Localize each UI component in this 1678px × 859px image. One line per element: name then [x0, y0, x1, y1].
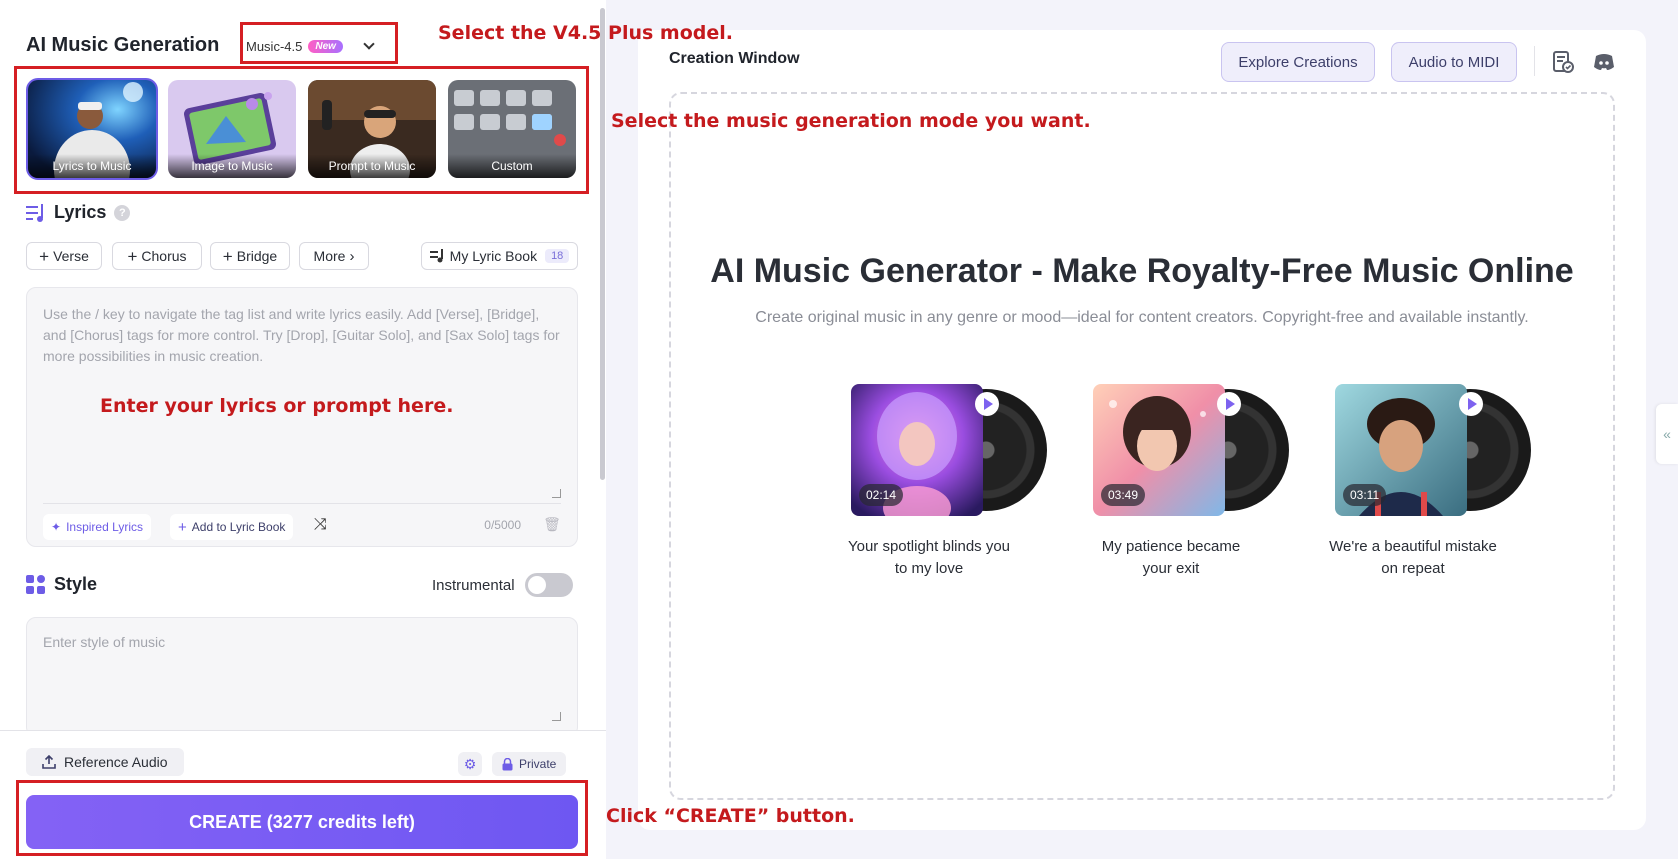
char-count: 0/5000 [484, 518, 521, 532]
gear-icon: ⚙ [463, 755, 477, 772]
sample-caption: My patience became your exit [1101, 538, 1241, 577]
settings-button[interactable]: ⚙ [458, 752, 482, 776]
inspired-lyrics-button[interactable]: ✦ Inspired Lyrics [43, 514, 151, 540]
scrollbar-thumb[interactable] [600, 8, 605, 480]
resize-handle[interactable] [552, 712, 561, 721]
add-bridge-button[interactable]: + Bridge [210, 242, 290, 270]
private-button[interactable]: Private [492, 752, 567, 776]
annotation-model-box [240, 22, 398, 64]
sample-caption: We're a beautiful mistake on repeat [1329, 538, 1497, 577]
shuffle-icon[interactable]: ⤨ [314, 516, 327, 534]
resize-handle[interactable] [552, 489, 561, 498]
add-chorus-button[interactable]: + Chorus [112, 242, 202, 270]
chip-label: Bridge [236, 248, 278, 264]
cover-wrap: 02:14 [851, 384, 1047, 516]
annotation-model-text: Select the V4.5 Plus model. [438, 22, 733, 44]
chip-label: Verse [53, 248, 89, 264]
button-label: Add to Lyric Book [191, 520, 286, 534]
app-title: AI Music Generation [26, 34, 220, 56]
sample-card[interactable]: 03:49 My patience became your exit [1093, 384, 1289, 580]
chip-label: Chorus [141, 248, 187, 264]
style-icon [26, 574, 45, 594]
plus-icon: + [127, 246, 138, 266]
chip-label: My Lyric Book [449, 248, 538, 264]
lyric-book-count: 18 [545, 249, 570, 263]
annotation-lyrics-text: Enter your lyrics or prompt here. [100, 395, 454, 417]
instrumental-toggle-wrap: Instrumental [432, 573, 573, 597]
help-icon[interactable]: ? [114, 204, 131, 221]
annotation-mode-box [14, 66, 589, 194]
button-label: Inspired Lyrics [66, 520, 143, 534]
divider [1534, 46, 1535, 76]
plus-icon: + [178, 518, 187, 536]
button-label: Reference Audio [64, 754, 168, 770]
play-icon[interactable] [1459, 392, 1483, 416]
double-chevron-left-icon: « [1663, 426, 1671, 442]
upload-icon [42, 755, 56, 769]
my-lyric-book-button[interactable]: My Lyric Book 18 [421, 242, 578, 270]
sparkle-icon: ✦ [51, 520, 62, 534]
instrumental-toggle[interactable] [524, 573, 573, 597]
duration-badge: 03:11 [1343, 484, 1387, 506]
lyric-book-icon [429, 249, 443, 263]
creation-area: AI Music Generator - Make Royalty-Free M… [669, 92, 1615, 800]
creation-window: Creation Window Explore Creations Audio … [638, 30, 1646, 830]
cover-wrap: 03:11 [1335, 384, 1531, 516]
collapse-panel-button[interactable]: « [1656, 404, 1678, 464]
sample-card[interactable]: 02:14 Your spotlight blinds you to my lo… [848, 384, 1047, 580]
annotation-mode-text: Select the music generation mode you wan… [611, 110, 1091, 132]
lyrics-icon [26, 203, 43, 222]
more-tags-button[interactable]: More › [299, 242, 369, 270]
style-title: Style [54, 574, 98, 594]
trash-icon[interactable]: 🗑 [543, 516, 561, 534]
cover-wrap: 03:49 [1093, 384, 1289, 516]
explore-creations-button[interactable]: Explore Creations [1221, 42, 1375, 82]
lyrics-input[interactable]: Use the / key to navigate the tag list a… [26, 287, 578, 547]
sample-card[interactable]: 03:11 We're a beautiful mistake on repea… [1329, 384, 1531, 580]
plus-icon: + [222, 246, 233, 266]
add-verse-button[interactable]: + Verse [26, 242, 102, 270]
chip-label: More [313, 248, 346, 264]
sample-list: 02:14 Your spotlight blinds you to my lo… [848, 384, 1531, 580]
instrumental-label: Instrumental [432, 576, 515, 594]
play-icon[interactable] [1217, 392, 1241, 416]
plus-icon: + [39, 246, 50, 266]
duration-badge: 02:14 [859, 484, 904, 506]
hero-title: AI Music Generator - Make Royalty-Free M… [710, 252, 1574, 290]
window-title: Creation Window [669, 50, 800, 67]
duration-badge: 03:49 [1101, 484, 1146, 506]
play-icon[interactable] [975, 392, 999, 416]
sample-caption: Your spotlight blinds you to my love [847, 538, 1011, 577]
reference-audio-button[interactable]: Reference Audio [26, 748, 184, 776]
lyrics-placeholder: Use the / key to navigate the tag list a… [43, 306, 560, 364]
task-list-icon[interactable] [1551, 50, 1575, 74]
style-input[interactable]: Enter style of music [26, 617, 578, 730]
add-to-lyric-book-button[interactable]: + Add to Lyric Book [170, 514, 294, 540]
annotation-create-text: Click “CREATE” button. [606, 805, 855, 827]
annotation-create-box [16, 780, 588, 856]
lock-icon [502, 757, 513, 770]
lyrics-title: Lyrics [54, 202, 107, 222]
audio-to-midi-button[interactable]: Audio to MIDI [1391, 42, 1517, 82]
style-placeholder: Enter style of music [43, 634, 166, 650]
hero-subtitle: Create original music in any genre or mo… [755, 309, 1529, 326]
button-label: Private [519, 757, 557, 771]
lyrics-heading: Lyrics ? [26, 202, 131, 223]
discord-icon[interactable] [1592, 50, 1616, 74]
divider [43, 503, 561, 504]
style-heading: Style [26, 574, 97, 595]
chevron-right-icon: › [349, 247, 355, 265]
